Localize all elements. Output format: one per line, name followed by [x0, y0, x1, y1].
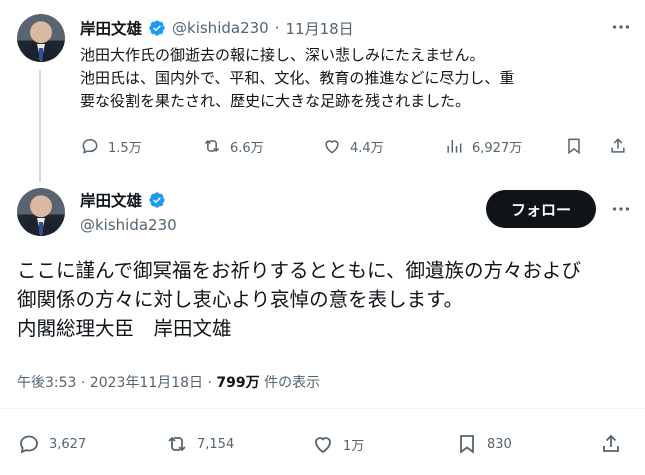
action-bar: 3,627 7,154 1万 830: [17, 432, 629, 458]
repost-count: 6.6万: [230, 140, 264, 156]
share-icon: [611, 138, 625, 153]
reply-count: 1.5万: [108, 140, 142, 156]
repost-icon: [168, 436, 186, 452]
follow-button[interactable]: フォロー: [486, 190, 596, 228]
views-button[interactable]: 6,927万: [444, 136, 522, 156]
like-button[interactable]: 1万: [311, 432, 364, 456]
text-line: 要な役割を果たされ、歴史に大きな足跡を残されました。: [80, 92, 471, 110]
tweet-header: 岸田文雄 @kishida230 · 11月18日: [80, 16, 354, 40]
bookmark-icon: [568, 138, 580, 155]
views-icon: [447, 140, 462, 153]
bookmark-button[interactable]: 830: [455, 432, 512, 456]
thread-line: [39, 70, 41, 182]
timestamp[interactable]: 午後3:53 · 2023年11月18日 ·: [17, 375, 216, 391]
repost-button[interactable]: 6.6万: [202, 136, 264, 156]
like-count: 1万: [343, 438, 365, 454]
more-icon: [612, 25, 630, 29]
tweet-meta: 午後3:53 · 2023年11月18日 · 799万 件の表示: [17, 372, 320, 392]
author-block: 岸田文雄 @kishida230: [80, 188, 177, 234]
text-line: 御関係の方々に対し衷心より哀悼の意を表します。: [17, 288, 464, 311]
author-name[interactable]: 岸田文雄: [80, 189, 142, 211]
bookmark-icon: [460, 435, 474, 454]
view-count: 799万: [216, 375, 260, 391]
reply-button[interactable]: 1.5万: [80, 136, 142, 156]
divider: [0, 408, 645, 409]
author-handle[interactable]: @kishida230: [172, 19, 269, 37]
bookmark-count: 830: [487, 436, 512, 452]
repost-icon: [204, 139, 220, 153]
reply-button[interactable]: 3,627: [17, 432, 86, 456]
verified-icon: [149, 20, 165, 36]
repost-button[interactable]: 7,154: [165, 432, 234, 456]
author-name[interactable]: 岸田文雄: [80, 17, 142, 39]
tweet-text: 池田大作氏の御逝去の報に接し、深い悲しみにたえません。 池田氏は、国内外で、平和…: [80, 44, 640, 113]
tweet-text: ここに謹んで御冥福をお祈りするとともに、御遺族の方々および 御関係の方々に対し衷…: [17, 256, 637, 343]
reply-icon: [82, 138, 98, 154]
action-bar: 1.5万 6.6万 4.4万 6,927万: [80, 136, 635, 158]
share-button[interactable]: [608, 136, 628, 156]
text-line: 池田大作氏の御逝去の報に接し、深い悲しみにたえません。: [80, 46, 485, 64]
reply-count: 3,627: [49, 436, 87, 452]
verified-icon: [149, 192, 165, 208]
text-line: ここに謹んで御冥福をお祈りするとともに、御遺族の方々および: [17, 259, 581, 282]
avatar[interactable]: [17, 188, 65, 236]
view-label: 件の表示: [259, 375, 321, 391]
text-line: 内閣総理大臣 岸田文雄: [17, 317, 232, 340]
separator: ·: [274, 19, 280, 37]
more-icon: [612, 207, 630, 211]
more-button[interactable]: [610, 198, 634, 220]
more-button[interactable]: [610, 16, 634, 38]
like-button[interactable]: 4.4万: [322, 136, 384, 156]
share-icon: [603, 434, 619, 452]
bookmark-button[interactable]: [564, 136, 584, 156]
text-line: 池田氏は、国内外で、平和、文化、教育の推進などに尽力し、重: [80, 69, 515, 87]
repost-count: 7,154: [197, 436, 235, 452]
avatar[interactable]: [17, 14, 65, 62]
views-count: 6,927万: [472, 140, 523, 156]
like-count: 4.4万: [350, 140, 384, 156]
like-icon: [325, 140, 339, 154]
share-button[interactable]: [599, 432, 623, 456]
like-icon: [315, 437, 331, 454]
author-handle[interactable]: @kishida230: [80, 216, 177, 234]
tweet-date[interactable]: 11月18日: [285, 18, 353, 39]
reply-icon: [20, 435, 38, 454]
